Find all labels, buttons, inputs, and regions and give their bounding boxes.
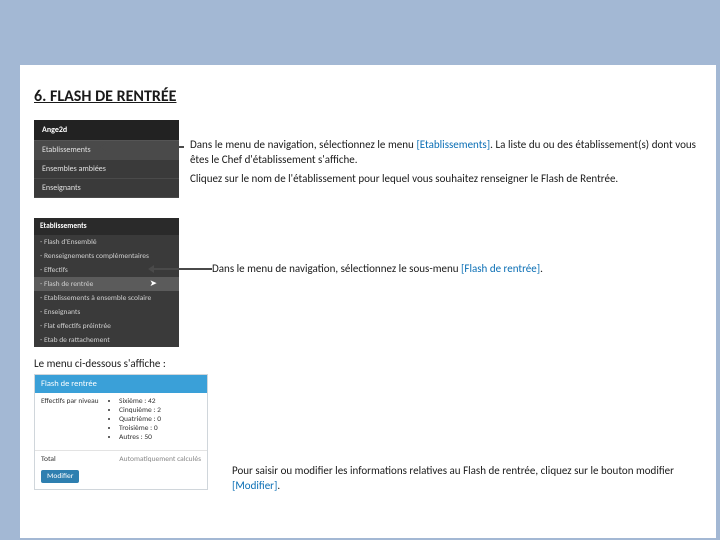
bullet: Cinquième : 2 — [119, 406, 161, 415]
nav-sub-item: - Renseignements complémentaires — [34, 249, 179, 263]
nav-item-etablissements: Etablissements — [34, 141, 179, 160]
arrow-icon — [106, 146, 184, 148]
text: Pour saisir ou modifier les informations… — [232, 464, 674, 477]
bullet: Quatrième : 0 — [119, 415, 161, 424]
link-flash-rentree: [Flash de rentrée] — [461, 262, 540, 275]
nav-item-enseignants: Enseignants — [34, 179, 179, 198]
row-panel: Flash de rentrée Effectifs par niveau Si… — [34, 374, 696, 490]
arrow-icon — [154, 268, 212, 270]
text: Cliquez sur le nom de l'établissement po… — [190, 172, 618, 185]
bullet: Autres : 50 — [119, 433, 161, 442]
bullet: Sixième : 42 — [119, 397, 161, 406]
nav-sub-item: - Flat effectifs préintrée — [34, 319, 179, 333]
text: . — [277, 479, 280, 492]
panel-body: Effectifs par niveau Sixième : 42 Cinqui… — [35, 393, 207, 450]
nav-brand: Ange2d — [34, 120, 179, 141]
panel-bullets: Sixième : 42 Cinquième : 2 Quatrième : 0… — [109, 397, 161, 442]
nav-item-ensembles: Ensembles ambiées — [34, 160, 179, 179]
text: Dans le menu de navigation, sélectionnez… — [190, 138, 416, 151]
nav-screenshot-1: Ange2d Etablissements Ensembles ambiées … — [34, 120, 179, 198]
nav-sub-item: - Flash d'Ensemblé — [34, 235, 179, 249]
nav-sub-item: - Etablissements à ensemble scolaire — [34, 291, 179, 305]
panel-total-note: Automatiquement calculés — [119, 455, 201, 464]
nav-screenshot-2: Etablissements - Flash d'Ensemblé - Rens… — [34, 218, 179, 347]
panel-footer-actions: Modifier — [35, 468, 207, 489]
panel-footer: Total Automatiquement calculés — [35, 450, 207, 468]
panel-total-label: Total — [41, 455, 56, 464]
nav-sub-item: - Effectifs — [34, 263, 179, 277]
cursor-icon: ➤ — [149, 278, 157, 289]
row3-label: Le menu ci-dessous s'affiche : — [34, 357, 696, 372]
panel-col-label: Effectifs par niveau — [41, 397, 99, 442]
text: . — [540, 262, 543, 275]
link-etablissements: [Etablissements] — [416, 138, 490, 151]
bullet: Troisième : 0 — [119, 424, 161, 433]
nav-sub-item: - Enseignants — [34, 305, 179, 319]
paragraph-2: Cliquez sur le nom de l'établissement po… — [190, 172, 696, 187]
nav-sub-item-flash: - Flash de rentrée ➤ — [34, 277, 179, 291]
panel-flash-rentree: Flash de rentrée Effectifs par niveau Si… — [34, 374, 208, 490]
modifier-button[interactable]: Modifier — [41, 470, 79, 483]
row-nav1: Ange2d Etablissements Ensembles ambiées … — [34, 120, 696, 198]
paragraph-3: Dans le menu de navigation, sélectionnez… — [212, 262, 696, 277]
text: Dans le menu de navigation, sélectionnez… — [212, 262, 461, 275]
row-nav2: Etablissements - Flash d'Ensemblé - Rens… — [34, 218, 696, 347]
document-page: 6. FLASH DE RENTRÉE Ange2d Etablissement… — [20, 65, 716, 538]
link-modifier: [Modifier] — [232, 479, 277, 492]
nav-sub-item: - Etab de rattachement — [34, 333, 179, 347]
paragraph-1: Dans le menu de navigation, sélectionnez… — [190, 138, 696, 168]
nav-sub-header: Etablissements — [34, 218, 179, 235]
section-title: 6. FLASH DE RENTRÉE — [34, 87, 696, 106]
paragraph-4: Pour saisir ou modifier les informations… — [232, 464, 696, 494]
text: - Flash de rentrée — [40, 280, 93, 289]
panel-header: Flash de rentrée — [35, 375, 207, 393]
